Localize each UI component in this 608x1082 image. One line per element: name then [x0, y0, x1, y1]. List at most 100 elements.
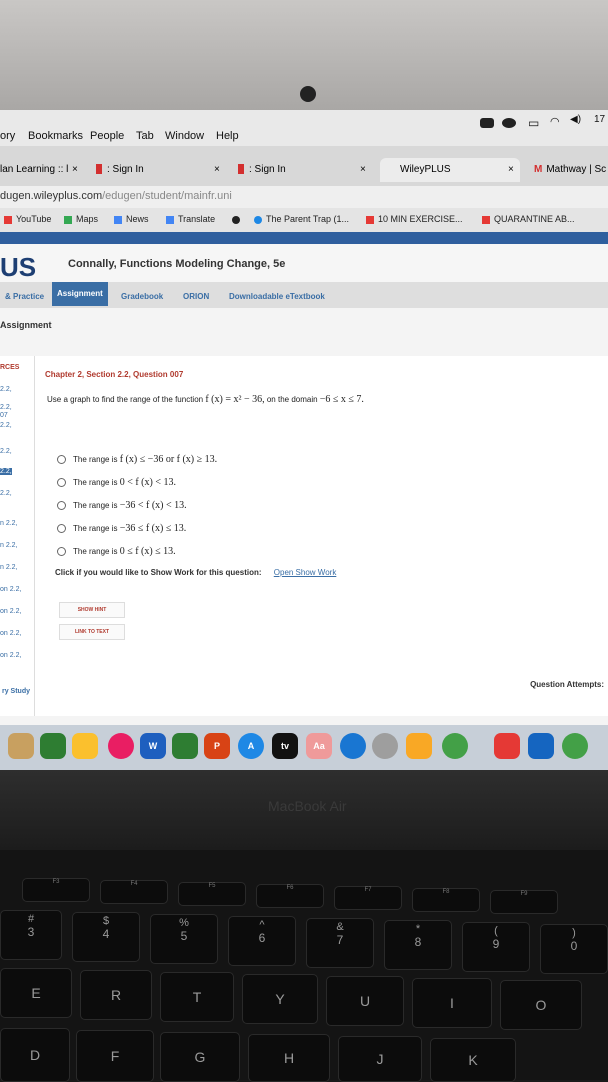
bookmark-youtube[interactable]: YouTube: [4, 214, 51, 224]
system-preferences-icon[interactable]: [372, 733, 398, 759]
sidebar-item[interactable]: 2.2,: [0, 490, 12, 497]
radio-button[interactable]: [57, 478, 66, 488]
key-f8[interactable]: F8: [412, 888, 480, 912]
app-icon[interactable]: [8, 733, 34, 759]
answer-option[interactable]: The range is −36 < f (x) < 13.: [57, 500, 187, 511]
key-g[interactable]: G: [160, 1032, 240, 1082]
sidebar-item[interactable]: 2.2,: [0, 422, 12, 429]
menu-tab[interactable]: Tab: [136, 130, 154, 142]
key-f3[interactable]: F3: [22, 878, 90, 902]
key-i[interactable]: I: [412, 978, 492, 1028]
close-icon[interactable]: ×: [508, 158, 514, 182]
key-d[interactable]: D: [0, 1028, 70, 1082]
numbers-icon[interactable]: [172, 733, 198, 759]
tab-assignment[interactable]: Assignment: [52, 282, 108, 306]
key-r[interactable]: R: [80, 970, 152, 1020]
key-0[interactable]: ) 0: [540, 924, 608, 974]
key-5[interactable]: % 5: [150, 914, 218, 964]
powerpoint-icon[interactable]: P: [204, 733, 230, 759]
menu-history[interactable]: ory: [0, 130, 15, 142]
safari-icon[interactable]: [340, 733, 366, 759]
close-icon[interactable]: ×: [72, 158, 78, 182]
key-f[interactable]: F: [76, 1030, 154, 1082]
key-f9[interactable]: F9: [490, 890, 558, 914]
key-t[interactable]: T: [160, 972, 234, 1022]
tab-learning[interactable]: lan Learning :: l ×: [0, 158, 88, 182]
chrome-icon[interactable]: [562, 733, 588, 759]
pages-icon[interactable]: [406, 733, 432, 759]
tab-mathway[interactable]: M Mathway | Sc: [534, 158, 608, 182]
notes-icon[interactable]: [72, 733, 98, 759]
key-8[interactable]: * 8: [384, 920, 452, 970]
bookmark-news[interactable]: News: [114, 214, 149, 224]
answer-option[interactable]: The range is 0 ≤ f (x) ≤ 13.: [57, 546, 176, 557]
key-e[interactable]: E: [0, 968, 72, 1018]
address-bar[interactable]: dugen.wileyplus.com/edugen/student/mainf…: [0, 186, 608, 208]
key-j[interactable]: J: [338, 1036, 422, 1082]
answer-option[interactable]: The range is f (x) ≤ −36 or f (x) ≥ 13.: [57, 454, 217, 465]
key-u[interactable]: U: [326, 976, 404, 1026]
answer-option[interactable]: The range is 0 < f (x) < 13.: [57, 477, 176, 488]
sidebar-item[interactable]: on 2.2,: [0, 586, 21, 593]
show-hint-button[interactable]: SHOW HINT: [59, 602, 125, 618]
sidebar-item[interactable]: 2.2,: [0, 404, 12, 411]
app-icon[interactable]: [494, 733, 520, 759]
sidebar-item[interactable]: on 2.2,: [0, 652, 21, 659]
key-3[interactable]: #3: [0, 910, 62, 960]
tab-etextbook[interactable]: Downloadable eTextbook: [224, 288, 330, 306]
bookmark-translate[interactable]: Translate: [166, 214, 215, 224]
status-icon[interactable]: [480, 118, 494, 128]
key-k[interactable]: K: [430, 1038, 516, 1082]
sidebar-item-active[interactable]: 2.2,: [0, 468, 12, 475]
radio-button[interactable]: [57, 524, 66, 534]
sidebar-item[interactable]: 2.2,: [0, 448, 12, 455]
key-f6[interactable]: F6: [256, 884, 324, 908]
bookmark-quarantine[interactable]: QUARANTINE AB...: [482, 214, 575, 224]
tab-gradebook[interactable]: Gradebook: [116, 288, 168, 306]
airplay-icon[interactable]: ▭: [528, 116, 539, 130]
key-f4[interactable]: F4: [100, 880, 168, 904]
bookmark-parent-trap[interactable]: The Parent Trap (1...: [254, 214, 349, 224]
app-store-icon[interactable]: A: [238, 733, 264, 759]
key-o[interactable]: O: [500, 980, 582, 1030]
key-h[interactable]: H: [248, 1034, 330, 1082]
menu-people[interactable]: People: [90, 130, 124, 142]
link-to-text-button[interactable]: LINK TO TEXT: [59, 624, 125, 640]
open-show-work-link[interactable]: Open Show Work: [274, 568, 337, 577]
sidebar-item[interactable]: n 2.2,: [0, 542, 18, 549]
volume-icon[interactable]: ◀): [570, 114, 581, 125]
key-f5[interactable]: F5: [178, 882, 246, 906]
font-book-icon[interactable]: Aa: [306, 733, 332, 759]
bookmark-exercise[interactable]: 10 MIN EXERCISE...: [366, 214, 463, 224]
wifi-icon[interactable]: ◠: [550, 115, 560, 128]
sidebar-item[interactable]: 2.2,: [0, 386, 12, 393]
key-y[interactable]: Y: [242, 974, 318, 1024]
sidebar-item[interactable]: on 2.2,: [0, 608, 21, 615]
bookmark-github[interactable]: [232, 214, 244, 224]
tab-wileyplus[interactable]: WileyPLUS ×: [380, 158, 520, 182]
close-icon[interactable]: ×: [214, 158, 220, 182]
key-f7[interactable]: F7: [334, 886, 402, 910]
close-icon[interactable]: ×: [360, 158, 366, 182]
study-link[interactable]: ry Study: [2, 688, 30, 695]
sidebar-item[interactable]: n 2.2,: [0, 564, 18, 571]
menu-window[interactable]: Window: [165, 130, 204, 142]
photos-icon[interactable]: [108, 733, 134, 759]
menu-help[interactable]: Help: [216, 130, 239, 142]
radio-button[interactable]: [57, 547, 66, 557]
bookmark-maps[interactable]: Maps: [64, 214, 98, 224]
key-7[interactable]: & 7: [306, 918, 374, 968]
key-6[interactable]: ^ 6: [228, 916, 296, 966]
tab-orion[interactable]: ORION: [178, 288, 214, 306]
whatsapp-icon[interactable]: [442, 733, 468, 759]
facetime-icon[interactable]: [40, 733, 66, 759]
tab-practice[interactable]: & Practice: [0, 288, 49, 306]
tab-sign-in-2[interactable]: : Sign In ×: [238, 158, 370, 182]
key-4[interactable]: $4: [72, 912, 140, 962]
answer-option[interactable]: The range is −36 ≤ f (x) ≤ 13.: [57, 523, 186, 534]
key-9[interactable]: (9: [462, 922, 530, 972]
sidebar-item[interactable]: 07: [0, 412, 8, 419]
menu-bookmarks[interactable]: Bookmarks: [28, 130, 83, 142]
radio-button[interactable]: [57, 501, 66, 511]
radio-button[interactable]: [57, 455, 66, 465]
